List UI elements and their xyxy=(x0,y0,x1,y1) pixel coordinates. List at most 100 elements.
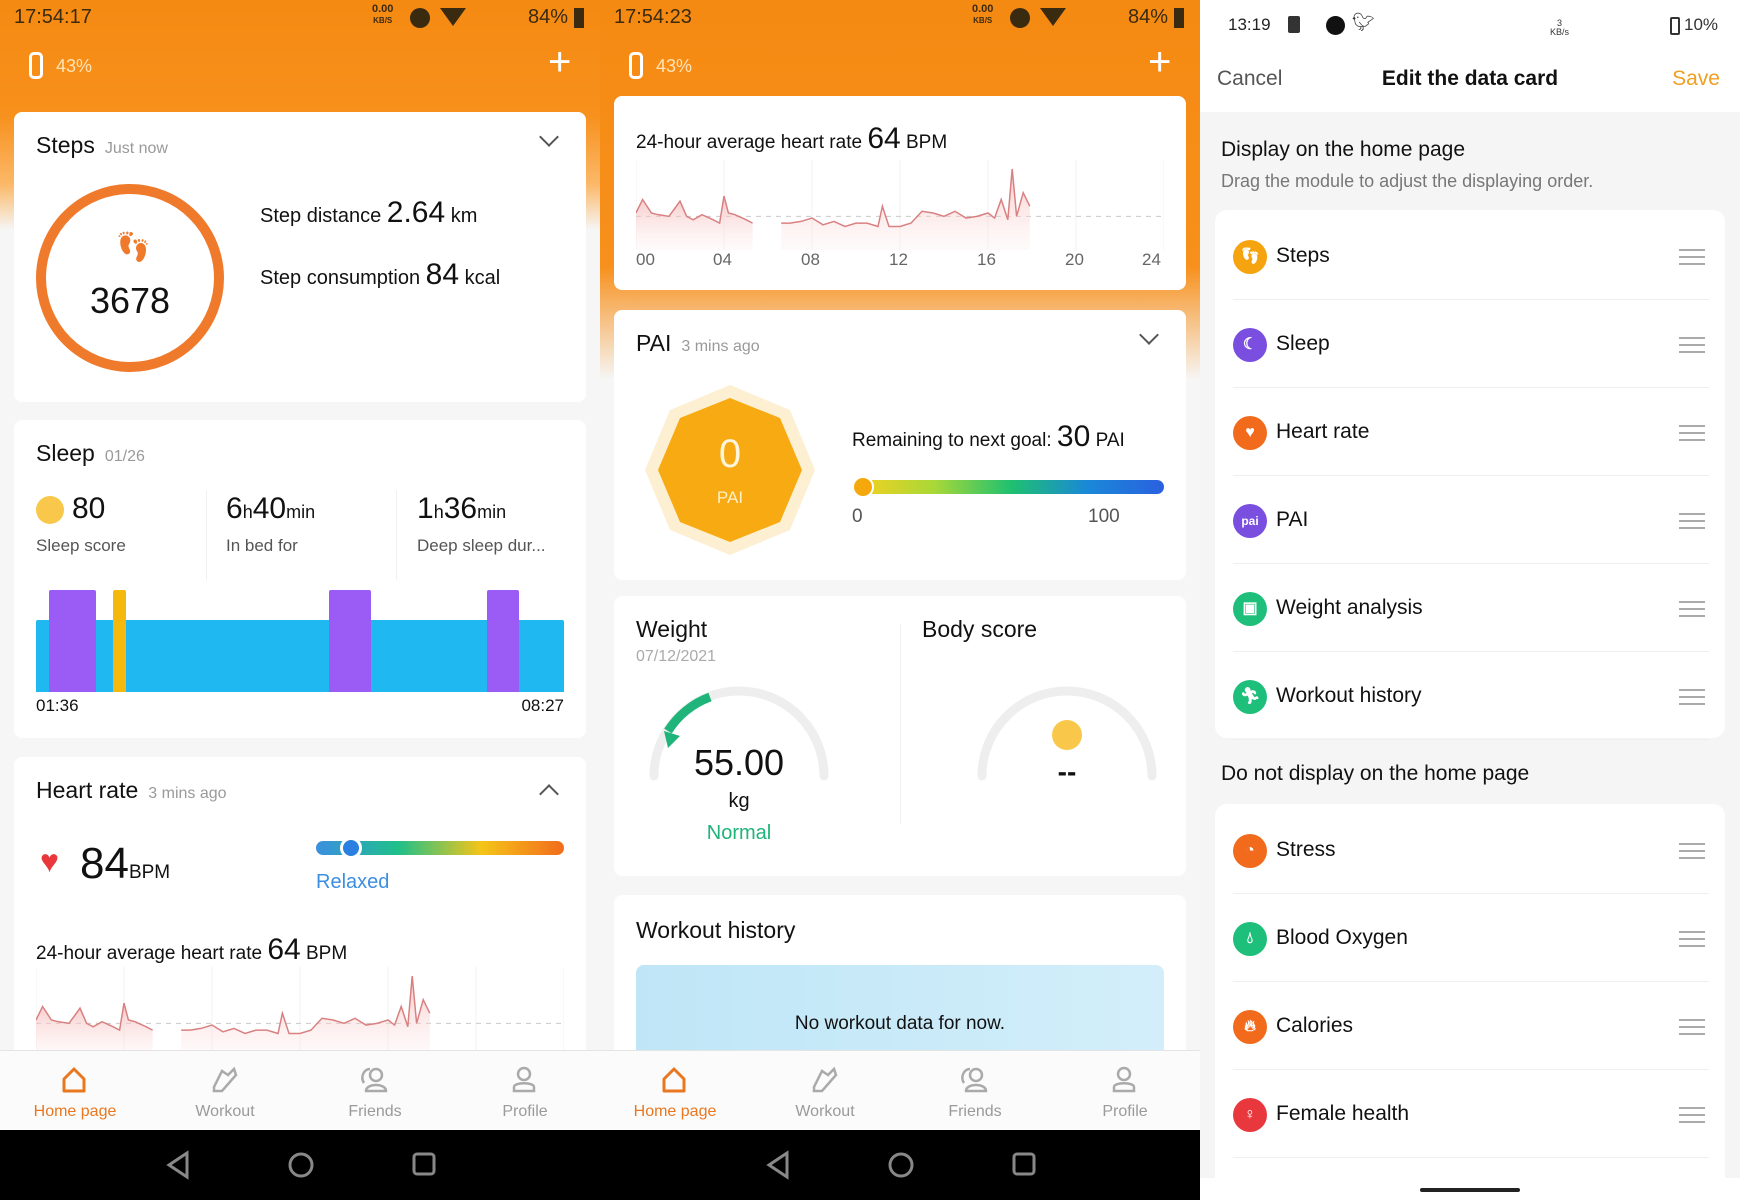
add-icon[interactable]: + xyxy=(1148,40,1171,85)
steps-card[interactable]: Steps Just now 👣︎ 3678 Step distance 2.64… xyxy=(14,112,586,402)
drag-handle-icon[interactable] xyxy=(1679,249,1705,265)
hr-area-0 xyxy=(636,196,753,250)
nav-profile[interactable]: Profile xyxy=(1050,1051,1200,1131)
nav-home-page[interactable]: Home page xyxy=(600,1051,750,1131)
pai-card[interactable]: PAI 3 mins ago 0 PAI Remaining to next go… xyxy=(614,310,1186,580)
home-circle-icon[interactable] xyxy=(286,1150,316,1180)
sleep-segment-deep xyxy=(328,590,372,692)
home-indicator[interactable] xyxy=(1420,1188,1520,1192)
profile-icon xyxy=(512,1066,536,1093)
nav-profile[interactable]: Profile xyxy=(450,1051,600,1131)
sleep-start: 01:36 xyxy=(36,696,79,715)
drag-handle-icon[interactable] xyxy=(1679,1019,1705,1035)
nav-workout[interactable]: Workout xyxy=(750,1051,900,1131)
heart-icon: ♥ xyxy=(1233,416,1267,450)
recents-icon[interactable] xyxy=(1010,1150,1038,1180)
app-notification-icon xyxy=(1326,16,1345,35)
shoe-icon xyxy=(812,1066,838,1093)
home-screen-1: 17:54:17 0.00 KB/S 84% 43% + Steps Just no… xyxy=(0,0,600,1200)
status-time: 17:54:23 xyxy=(614,6,692,28)
hr-24h-chart[interactable] xyxy=(636,160,1164,250)
band-icon[interactable] xyxy=(629,52,643,79)
module-row-weight-analysis[interactable]: ▣ Weight analysis xyxy=(1215,564,1725,652)
drag-handle-icon[interactable] xyxy=(1679,601,1705,617)
weight-card[interactable]: Weight 07/12/2021 55.00 kg Normal Body s… xyxy=(614,596,1186,876)
drag-handle-icon[interactable] xyxy=(1679,843,1705,859)
nav-label: Workout xyxy=(795,1103,855,1120)
friends-icon xyxy=(361,1067,388,1093)
label: Step consumption xyxy=(260,267,421,289)
module-row-pai[interactable]: pai PAI xyxy=(1215,476,1725,564)
x-tick-label: 16 xyxy=(977,250,996,269)
sleep-moon-icon: ☾ xyxy=(1233,328,1267,362)
back-icon[interactable] xyxy=(765,1150,791,1180)
nav-label: Profile xyxy=(502,1103,548,1120)
body-score-title: Body score xyxy=(922,616,1038,642)
drag-handle-icon[interactable] xyxy=(1679,425,1705,441)
module-row-steps[interactable]: 👣︎ Steps xyxy=(1215,212,1725,300)
module-row-stress[interactable]: ◔ Stress xyxy=(1215,806,1725,894)
module-row-blood-oxygen[interactable]: 💧︎ Blood Oxygen xyxy=(1215,894,1725,982)
chevron-down-icon[interactable] xyxy=(539,127,559,147)
heart-rate-chart-card[interactable]: 24-hour average heart rate 64 BPM 00 04 08… xyxy=(614,96,1186,290)
bpm-unit: BPM xyxy=(128,862,171,883)
home-circle-icon[interactable] xyxy=(886,1150,916,1180)
module-row-calories[interactable]: 🔥︎ Calories xyxy=(1215,982,1725,1070)
drag-handle-icon[interactable] xyxy=(1679,689,1705,705)
module-row-heart-rate[interactable]: ♥ Heart rate xyxy=(1215,388,1725,476)
pai-progress-bar xyxy=(858,480,1164,494)
save-button[interactable]: Save xyxy=(1672,67,1720,91)
module-row-female-health[interactable]: ♀ Female health xyxy=(1215,1070,1725,1158)
sleep-segment-deep xyxy=(48,590,97,692)
blood-oxygen-icon: 💧︎ xyxy=(1233,922,1267,956)
module-name: PAI xyxy=(1276,508,1309,531)
nav-friends[interactable]: Friends xyxy=(300,1051,450,1131)
card-time: Just now xyxy=(104,140,168,157)
battery-percent: 84% xyxy=(1128,6,1169,28)
battery-icon xyxy=(1174,8,1184,28)
sleep-card[interactable]: Sleep 01/26 80 Sleep score 6h40min In bed… xyxy=(14,420,586,738)
drag-handle-icon[interactable] xyxy=(1679,1107,1705,1123)
back-icon[interactable] xyxy=(165,1150,191,1180)
add-icon[interactable]: + xyxy=(548,40,571,85)
value: 2.64 xyxy=(386,196,446,229)
heart-rate-card[interactable]: Heart rate 3 mins ago ♥ 84BPM Relaxed 24-… xyxy=(14,757,586,1077)
steps-count: 3678 xyxy=(89,280,171,321)
step-consumption: Step consumption 84 kcal xyxy=(260,258,500,292)
drag-handle-icon[interactable] xyxy=(1679,931,1705,947)
module-row-workout-history[interactable]: 🏃︎ Workout history xyxy=(1215,652,1725,740)
net-speed-unit: KB/S xyxy=(373,16,393,25)
steps-icon: 👣︎ xyxy=(1233,240,1267,274)
drag-handle-icon[interactable] xyxy=(1679,337,1705,353)
sleep-stage-chart[interactable] xyxy=(36,590,564,692)
nav-friends[interactable]: Friends xyxy=(900,1051,1050,1131)
unit: PAI xyxy=(1095,430,1125,451)
home-icon xyxy=(662,1067,686,1093)
nav-home-page[interactable]: Home page xyxy=(0,1051,150,1131)
weight-status: Normal xyxy=(706,822,772,844)
chevron-down-icon[interactable] xyxy=(1139,325,1159,345)
net-speed: 0.00 KB/S xyxy=(372,4,393,26)
card-title: Workout history xyxy=(636,917,796,943)
drag-handle-icon[interactable] xyxy=(1679,513,1705,529)
hours: 6 xyxy=(226,492,243,525)
status-time: 17:54:17 xyxy=(14,6,92,28)
unit: kcal xyxy=(464,267,501,289)
recents-icon[interactable] xyxy=(410,1150,438,1180)
band-icon[interactable] xyxy=(29,52,43,79)
module-row-sleep[interactable]: ☾ Sleep xyxy=(1215,300,1725,388)
nav-label: Friends xyxy=(948,1103,1002,1120)
system-nav-bar xyxy=(600,1130,1200,1200)
chevron-up-icon[interactable] xyxy=(539,784,559,804)
hr-mini-chart xyxy=(36,967,564,1057)
nav-workout[interactable]: Workout xyxy=(150,1051,300,1131)
nav-label: Workout xyxy=(195,1103,255,1120)
net-speed: 3 KB/s xyxy=(1550,19,1569,37)
sleep-score: 80 xyxy=(72,492,106,525)
avg-heart-rate: 24-hour average heart rate 64 BPM xyxy=(36,933,347,967)
module-name: Female health xyxy=(1276,1102,1410,1125)
device-battery: 43% xyxy=(56,56,93,76)
shoe-icon xyxy=(212,1066,238,1093)
unit: BPM xyxy=(905,132,948,153)
pai-unit: PAI xyxy=(716,488,744,507)
